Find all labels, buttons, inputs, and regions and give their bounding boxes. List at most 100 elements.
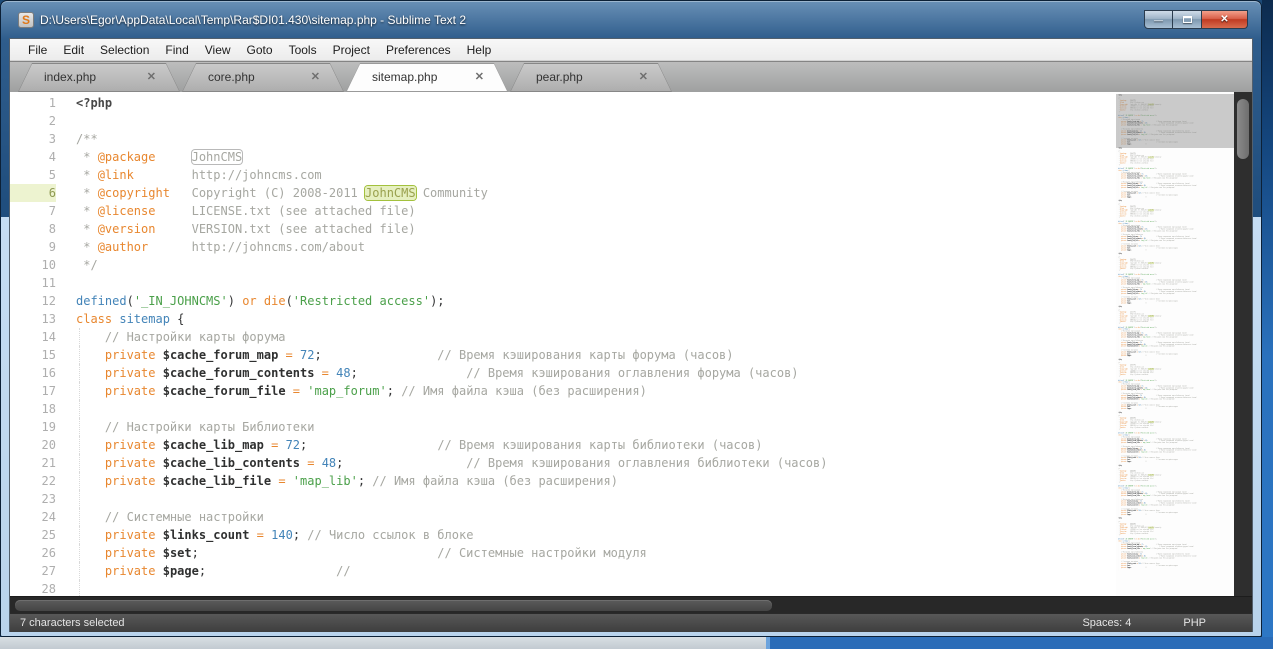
tab-index.php[interactable]: index.php✕ xyxy=(18,63,180,92)
horizontal-scrollbar-thumb[interactable] xyxy=(15,600,772,611)
code-token xyxy=(76,348,105,362)
line-number: 15 xyxy=(10,346,56,364)
code-token: { xyxy=(170,312,184,326)
menu-bar: FileEditSelectionFindViewGotoToolsProjec… xyxy=(10,39,1252,61)
code-line xyxy=(76,274,1116,292)
tab-sitemap.php[interactable]: sitemap.php✕ xyxy=(346,63,508,92)
tab-bar: index.php✕core.php✕sitemap.php✕pear.php✕ xyxy=(10,61,1252,92)
tab-close-icon[interactable]: ✕ xyxy=(639,70,648,83)
tab-core.php[interactable]: core.php ✕ xyxy=(182,63,344,92)
line-number: 8 xyxy=(10,220,56,238)
status-indent-setting[interactable]: Spaces: 4 xyxy=(1082,617,1131,629)
code-token: // Время кэширования оглавления библиоте… xyxy=(466,456,827,470)
code-token: $links_count xyxy=(163,528,250,542)
code-token: ; xyxy=(387,384,401,398)
code-token: // Время кэширования карты библиотеки (ч… xyxy=(437,438,762,452)
code-token: 'Restricted access' xyxy=(293,294,430,308)
code-token: 140 xyxy=(271,528,293,542)
code-token xyxy=(155,384,162,398)
code-line: */ xyxy=(76,256,1116,274)
minimize-icon: — xyxy=(1154,15,1163,25)
code-token: 72 xyxy=(300,348,314,362)
code-line: // Настройки карты Библиотеки xyxy=(76,418,1116,436)
minimize-button[interactable]: — xyxy=(1144,10,1173,29)
code-token: = xyxy=(293,384,300,398)
line-number: 7 xyxy=(10,202,56,220)
line-number: 2 xyxy=(10,112,56,130)
code-token: http://johncms.com xyxy=(134,168,322,182)
code-token: ; xyxy=(358,474,372,488)
code-token: // Системные настройки xyxy=(76,510,264,524)
line-number: 21 xyxy=(10,454,56,472)
code-token: LICENSE.txt (see attached file) xyxy=(155,204,415,218)
horizontal-scrollbar[interactable] xyxy=(10,596,1252,613)
code-line: class sitemap { xyxy=(76,310,1116,328)
code-token: // Время кэширования карты форума (часов… xyxy=(437,348,733,362)
tab-pear.php[interactable]: pear.php ✕ xyxy=(510,63,672,92)
code-token xyxy=(155,474,162,488)
code-token xyxy=(278,348,285,362)
code-line: private $cache_forum_file = 'map_forum';… xyxy=(76,382,1116,400)
code-view[interactable]: <?php/** * @package JohnCMS * @link http… xyxy=(68,92,1116,596)
code-token: private xyxy=(105,348,156,362)
tab-close-icon[interactable]: ✕ xyxy=(147,70,156,83)
menu-item-edit[interactable]: Edit xyxy=(55,41,92,59)
menu-item-tools[interactable]: Tools xyxy=(281,41,325,59)
code-token: * xyxy=(76,186,98,200)
code-token: 'map_lib' xyxy=(293,474,358,488)
code-token: ; xyxy=(336,456,466,470)
menu-item-goto[interactable]: Goto xyxy=(239,41,281,59)
titlebar[interactable]: S D:\Users\Egor\AppData\Local\Temp\Rar$D… xyxy=(1,1,1261,38)
code-token: ; xyxy=(192,546,438,560)
status-bar: 7 characters selected Spaces: 4 PHP xyxy=(10,613,1252,632)
code-line: * @license LICENSE.txt (see attached fil… xyxy=(76,202,1116,220)
code-token: * xyxy=(76,150,98,164)
menu-item-find[interactable]: Find xyxy=(157,41,196,59)
code-token: <?php xyxy=(76,96,112,110)
line-number: 20 xyxy=(10,436,56,454)
code-token: or xyxy=(242,294,256,308)
code-token xyxy=(314,456,321,470)
code-line: * @copyright Copyright (C) 2008-2011 Joh… xyxy=(76,184,1116,202)
close-button[interactable]: ✕ xyxy=(1202,10,1248,29)
line-number: 10 xyxy=(10,256,56,274)
code-token: * xyxy=(76,222,98,236)
code-line xyxy=(76,400,1116,418)
line-number: 25 xyxy=(10,526,56,544)
minimap-viewport[interactable] xyxy=(1116,94,1234,148)
match-highlight: JohnCMS xyxy=(192,150,243,164)
minimap-content: <?php/** * @package JohnCMS * @link http… xyxy=(1118,94,1229,570)
menu-item-help[interactable]: Help xyxy=(459,41,500,59)
window-title: D:\Users\Egor\AppData\Local\Temp\Rar$DI0… xyxy=(40,13,466,27)
code-token xyxy=(76,366,105,380)
code-token: // Имя файла кэша (без расширения) xyxy=(401,384,647,398)
code-token: Community xyxy=(416,186,488,200)
code-token xyxy=(76,456,105,470)
tab-label: pear.php xyxy=(536,70,583,84)
code-token: @copyright xyxy=(98,186,170,200)
code-token: = xyxy=(286,348,293,362)
code-token: class xyxy=(76,312,112,326)
code-token: // Настройки карты Библиотеки xyxy=(76,420,314,434)
menu-item-view[interactable]: View xyxy=(197,41,239,59)
tab-label: core.php xyxy=(208,70,255,84)
code-token xyxy=(155,150,191,164)
code-token: ; xyxy=(314,348,437,362)
menu-item-selection[interactable]: Selection xyxy=(92,41,157,59)
line-number: 18 xyxy=(10,400,56,418)
code-token xyxy=(249,528,256,542)
menu-item-file[interactable]: File xyxy=(20,41,55,59)
vertical-scrollbar[interactable] xyxy=(1234,92,1252,596)
menu-item-project[interactable]: Project xyxy=(325,41,378,59)
tab-close-icon[interactable]: ✕ xyxy=(475,70,484,83)
status-syntax-mode[interactable]: PHP xyxy=(1183,617,1206,629)
code-token: private xyxy=(105,474,156,488)
code-token: $cache_lib_map xyxy=(163,438,264,452)
maximize-button[interactable] xyxy=(1173,10,1202,29)
tab-close-icon[interactable]: ✕ xyxy=(311,70,320,83)
code-token: @link xyxy=(98,168,134,182)
code-token xyxy=(155,438,162,452)
minimap[interactable]: <?php/** * @package JohnCMS * @link http… xyxy=(1116,92,1234,596)
menu-item-preferences[interactable]: Preferences xyxy=(378,41,459,59)
vertical-scrollbar-thumb[interactable] xyxy=(1237,99,1249,159)
